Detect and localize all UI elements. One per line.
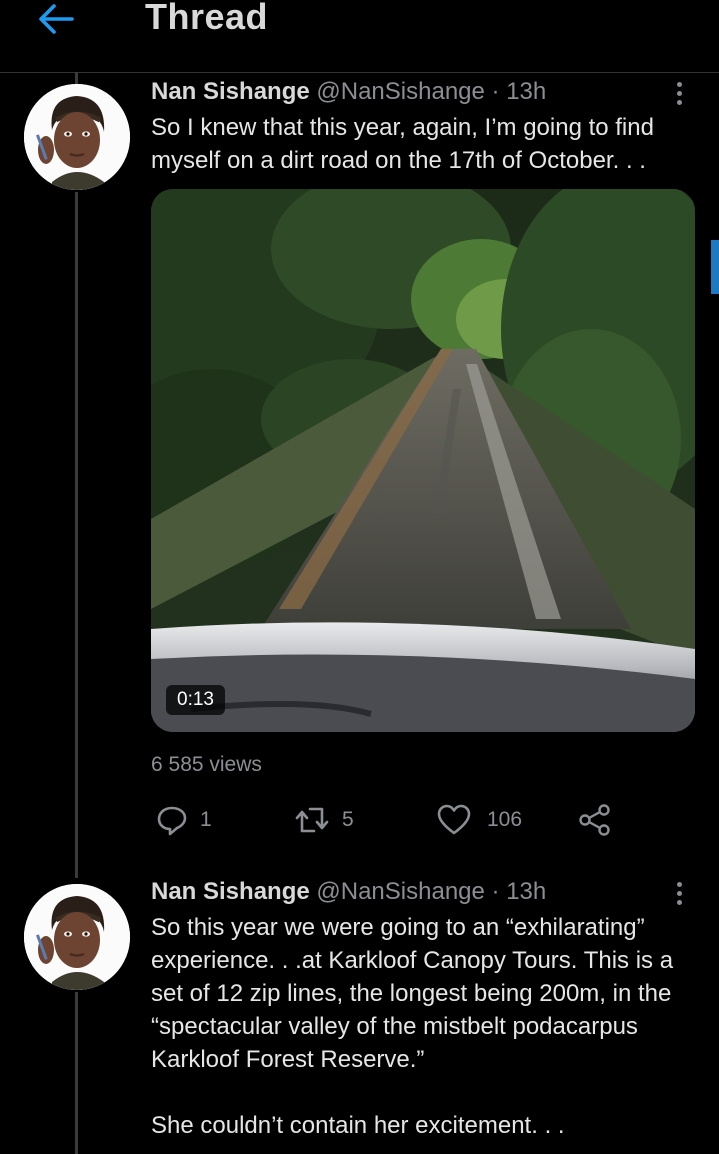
- tweet-header: Nan Sishange @NanSishange · 13h: [151, 878, 546, 906]
- display-name[interactable]: Nan Sishange: [151, 878, 310, 905]
- more-options-button[interactable]: [666, 78, 692, 108]
- tweet-text: So I knew that this year, again, I’m goi…: [151, 114, 654, 174]
- retweet-count: 5: [342, 808, 354, 831]
- share-button[interactable]: [578, 803, 612, 837]
- share-icon: [579, 804, 610, 836]
- like-button[interactable]: 106: [437, 803, 522, 837]
- like-count: 106: [487, 808, 523, 831]
- avatar-image: [24, 84, 130, 190]
- timestamp[interactable]: · 13h: [492, 78, 547, 105]
- tweet-text: So this year we were going to an “exhila…: [151, 914, 674, 1139]
- display-name[interactable]: Nan Sishange: [151, 78, 310, 105]
- view-count: 6 585 views: [151, 753, 262, 776]
- timestamp[interactable]: · 13h: [492, 878, 547, 905]
- thread-header: Thread: [0, 0, 719, 73]
- thread-line-bottom: [75, 992, 78, 1154]
- reply-count: 1: [200, 808, 212, 831]
- thread-line-top: [75, 72, 78, 84]
- avatar[interactable]: [24, 84, 130, 190]
- video-thumbnail[interactable]: [151, 189, 695, 732]
- back-arrow-icon: [39, 4, 74, 34]
- thread-connector-line: [75, 192, 78, 878]
- user-handle[interactable]: @NanSishange: [316, 78, 484, 105]
- video-frame: [151, 189, 695, 732]
- retweet-icon: [295, 807, 329, 833]
- reply-button[interactable]: 1: [156, 803, 212, 837]
- video-duration-badge: 0:13: [166, 685, 225, 715]
- retweet-button[interactable]: 5: [294, 803, 354, 837]
- avatar-image: [24, 884, 130, 990]
- page-title: Thread: [145, 0, 269, 37]
- user-handle[interactable]: @NanSishange: [316, 878, 484, 905]
- scrollbar[interactable]: [711, 240, 719, 294]
- more-options-button[interactable]: [666, 878, 692, 908]
- reply-icon: [157, 806, 187, 836]
- back-button[interactable]: [34, 0, 78, 38]
- tweet-header: Nan Sishange @NanSishange · 13h: [151, 78, 546, 106]
- more-vertical-icon: [676, 881, 682, 887]
- avatar[interactable]: [24, 884, 130, 990]
- more-vertical-icon: [676, 81, 682, 87]
- like-icon: [437, 804, 471, 835]
